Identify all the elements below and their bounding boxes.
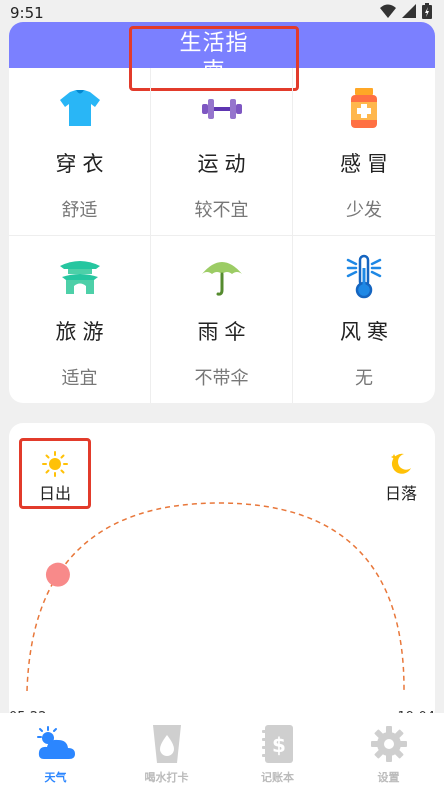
guide-item-name: 雨伞 [197, 320, 252, 344]
battery-icon [422, 3, 432, 19]
sun-position-dot [45, 562, 70, 587]
status-icons [380, 3, 432, 19]
nav-tab-water[interactable]: 喝水打卡 [111, 713, 222, 789]
life-guide-card: 生活指南 穿衣 舒适 运动 较不宜 感冒 少发 旅游 适宜 雨伞 不带伞 风寒 … [9, 22, 435, 403]
svg-text:$: $ [272, 733, 286, 757]
moon-icon [391, 453, 411, 474]
guide-item-value: 不带伞 [194, 368, 249, 389]
guide-item-umbrella[interactable]: 雨伞 不带伞 [151, 236, 293, 403]
sunrise-label: 日出 [38, 484, 71, 503]
bottom-nav: 天气 喝水打卡 $ 记账本 设置 [0, 713, 444, 789]
guide-item-sport[interactable]: 运动 较不宜 [151, 68, 293, 236]
thermometer-icon [346, 254, 382, 299]
guide-item-value: 较不宜 [194, 200, 249, 221]
tshirt-icon [59, 90, 100, 126]
signal-icon [402, 4, 416, 18]
nav-tab-ledger[interactable]: $ 记账本 [222, 713, 333, 789]
guide-item-name: 穿衣 [55, 152, 110, 176]
guide-header: 生活指南 [9, 22, 435, 91]
nav-label: 记账本 [261, 771, 294, 784]
weather-cloud-sun-icon [36, 726, 75, 759]
guide-item-clothing[interactable]: 穿衣 舒适 [9, 68, 151, 236]
sun-card: 日出 日落 05:22 19:04 [9, 423, 435, 723]
dumbbell-icon [201, 99, 242, 119]
nav-tab-weather[interactable]: 天气 [0, 713, 111, 789]
sunset-label: 日落 [384, 484, 417, 503]
water-cup-icon [152, 725, 181, 763]
guide-item-cold[interactable]: 感冒 少发 [293, 68, 435, 236]
wifi-icon [380, 4, 396, 18]
sunset-indicator: 日落 [381, 450, 421, 504]
umbrella-icon [201, 262, 242, 296]
guide-item-value: 少发 [346, 200, 382, 221]
nav-label: 设置 [377, 771, 400, 784]
guide-item-name: 运动 [197, 152, 252, 176]
gear-icon [370, 726, 407, 762]
guide-item-value: 适宜 [61, 368, 98, 389]
money-book-icon: $ [261, 725, 293, 763]
nav-tab-settings[interactable]: 设置 [333, 713, 444, 789]
guide-item-value: 舒适 [61, 200, 98, 221]
status-time: 9:51 [10, 4, 44, 22]
nav-label: 天气 [44, 771, 67, 784]
pavilion-icon [59, 261, 100, 294]
nav-label: 喝水打卡 [144, 771, 189, 784]
guide-grid: 穿衣 舒适 运动 较不宜 感冒 少发 旅游 适宜 雨伞 不带伞 风寒 无 [9, 68, 435, 403]
medicine-bottle-icon [351, 88, 377, 128]
guide-item-name: 旅游 [55, 320, 110, 344]
sun-icon [42, 451, 68, 477]
guide-item-name: 风寒 [340, 320, 394, 344]
guide-item-value: 无 [355, 368, 373, 389]
guide-item-name: 感冒 [340, 152, 394, 176]
guide-item-travel[interactable]: 旅游 适宜 [9, 236, 151, 403]
guide-item-windchill[interactable]: 风寒 无 [293, 236, 435, 403]
sunrise-indicator: 日出 [19, 438, 91, 509]
status-bar: 9:51 [0, 0, 444, 24]
